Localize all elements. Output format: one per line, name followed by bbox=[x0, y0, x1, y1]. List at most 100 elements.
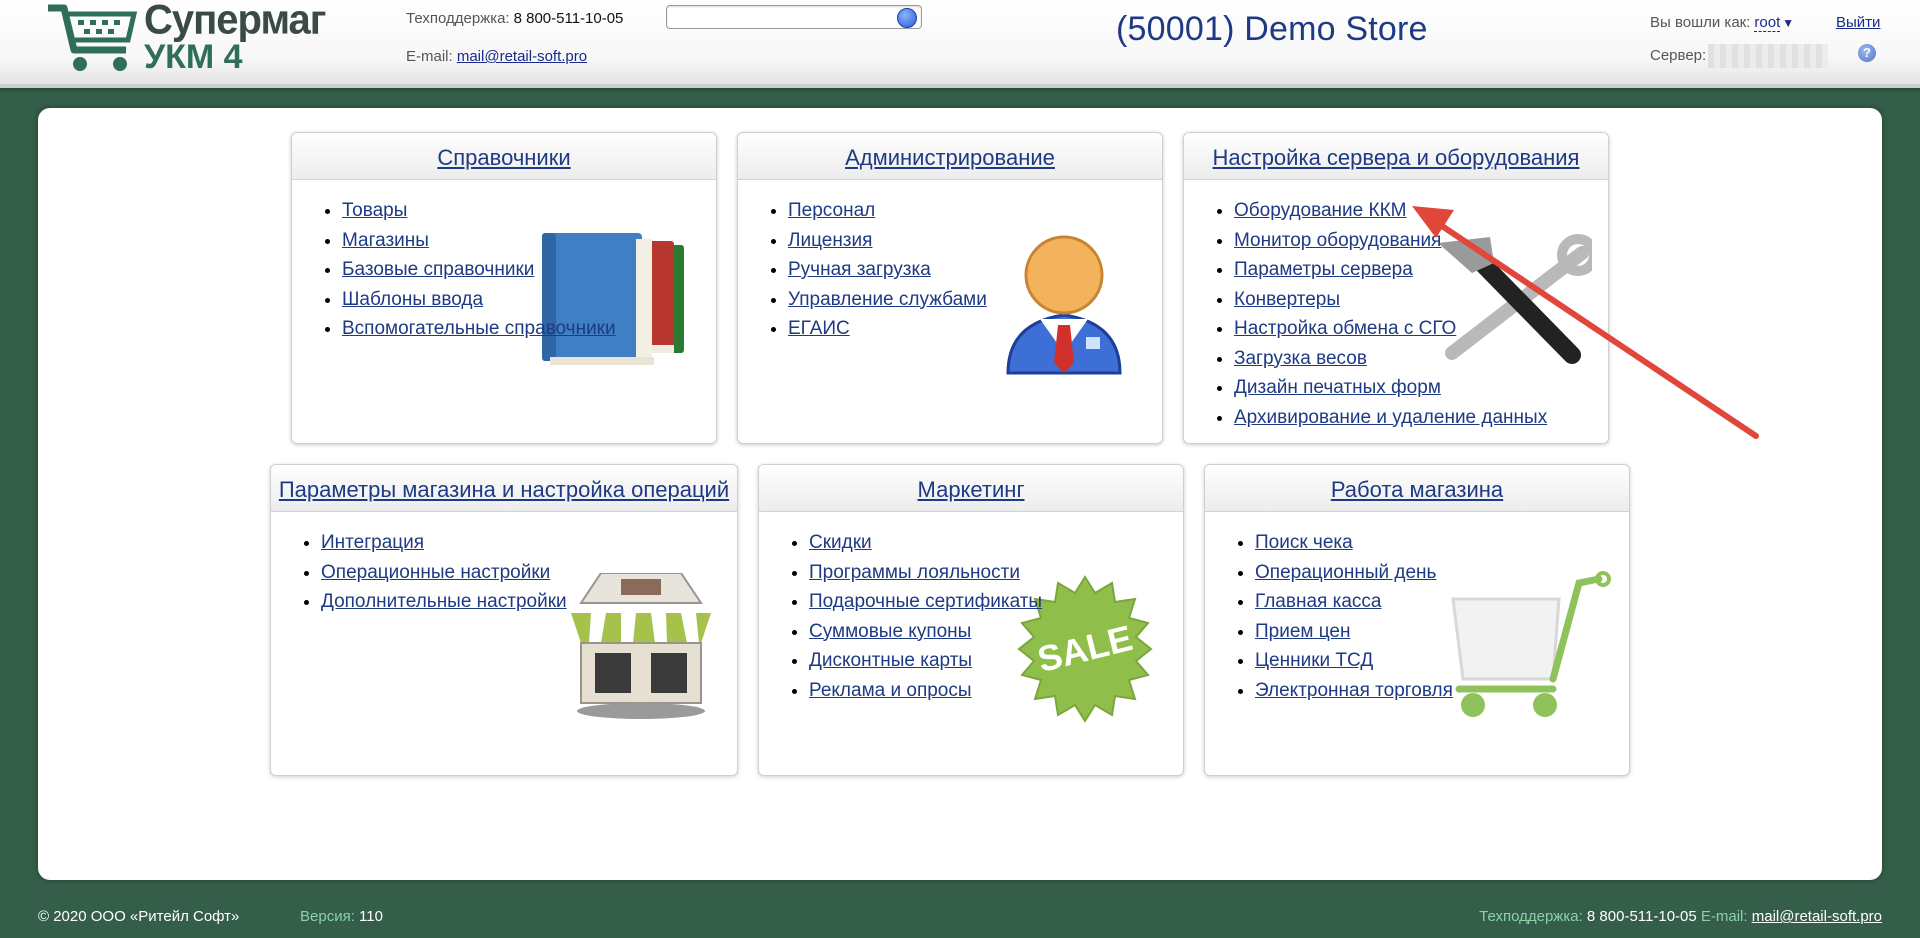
link-main-cash[interactable]: Главная касса bbox=[1255, 591, 1381, 612]
link-manual-load[interactable]: Ручная загрузка bbox=[788, 259, 931, 280]
list-item: Дополнительные настройки bbox=[321, 587, 737, 617]
card-list: Оборудование ККМ Монитор оборудования Па… bbox=[1184, 196, 1608, 432]
card-title-store-work[interactable]: Работа магазина bbox=[1331, 477, 1503, 503]
email-link[interactable]: mail@retail-soft.pro bbox=[457, 48, 587, 65]
list-item: Дисконтные карты bbox=[809, 646, 1183, 676]
list-item: Лицензия bbox=[788, 226, 1162, 256]
logout-link[interactable]: Выйти bbox=[1836, 14, 1880, 31]
link-scales-load[interactable]: Загрузка весов bbox=[1234, 348, 1367, 369]
list-item: ЕГАИС bbox=[788, 314, 1162, 344]
list-item: Ручная загрузка bbox=[788, 255, 1162, 285]
logged-in-info: Вы вошли как: root ▼ bbox=[1650, 14, 1794, 32]
list-item: Подарочные сертификаты bbox=[809, 587, 1183, 617]
brand-logo[interactable]: Супермаг УКМ 4 bbox=[44, 0, 326, 80]
link-operational-day[interactable]: Операционный день bbox=[1255, 562, 1436, 583]
card-title-administration[interactable]: Администрирование bbox=[845, 145, 1055, 171]
link-sgo-exchange[interactable]: Настройка обмена с СГО bbox=[1234, 318, 1456, 339]
list-item: Шаблоны ввода bbox=[342, 285, 716, 315]
link-stores[interactable]: Магазины bbox=[342, 230, 429, 251]
link-price-receive[interactable]: Прием цен bbox=[1255, 621, 1350, 642]
list-item: Реклама и опросы bbox=[809, 676, 1183, 706]
list-item: Прием цен bbox=[1255, 617, 1629, 647]
list-item: Программы лояльности bbox=[809, 558, 1183, 588]
link-operational-settings[interactable]: Операционные настройки bbox=[321, 562, 550, 583]
link-server-params[interactable]: Параметры сервера bbox=[1234, 259, 1413, 280]
link-aux-directories[interactable]: Вспомогательные справочники bbox=[342, 318, 616, 339]
card-list: Скидки Программы лояльности Подарочные с… bbox=[759, 528, 1183, 705]
card-list: Поиск чека Операционный день Главная кас… bbox=[1205, 528, 1629, 705]
list-item: Оборудование ККМ bbox=[1234, 196, 1608, 226]
server-value-redacted bbox=[1708, 44, 1829, 68]
chevron-down-icon[interactable]: ▼ bbox=[1782, 16, 1794, 30]
support-label: Техподдержка: bbox=[406, 10, 510, 27]
server-label: Сервер: bbox=[1650, 46, 1707, 64]
help-icon[interactable]: ? bbox=[1858, 44, 1876, 62]
card-title-store-params[interactable]: Параметры магазина и настройка операций bbox=[279, 477, 729, 503]
list-item: Главная касса bbox=[1255, 587, 1629, 617]
list-item: Базовые справочники bbox=[342, 255, 716, 285]
search-icon[interactable] bbox=[897, 8, 917, 28]
link-equipment-monitor[interactable]: Монитор оборудования bbox=[1234, 230, 1441, 251]
footer-email-link[interactable]: mail@retail-soft.pro bbox=[1752, 908, 1882, 925]
card-header: Администрирование bbox=[738, 133, 1162, 180]
link-discount-cards[interactable]: Дисконтные карты bbox=[809, 650, 972, 671]
list-item: Электронная торговля bbox=[1255, 676, 1629, 706]
link-integration[interactable]: Интеграция bbox=[321, 532, 424, 553]
link-ads-surveys[interactable]: Реклама и опросы bbox=[809, 680, 972, 701]
link-converters[interactable]: Конвертеры bbox=[1234, 289, 1340, 310]
card-title-server-settings[interactable]: Настройка сервера и оборудования bbox=[1213, 145, 1580, 171]
link-archiving[interactable]: Архивирование и удаление данных bbox=[1234, 407, 1547, 428]
cart-logo-icon bbox=[48, 4, 138, 71]
footer-support: Техподдержка: 8 800-511-10-05 E-mail: ma… bbox=[1479, 908, 1882, 925]
card-title-marketing[interactable]: Маркетинг bbox=[918, 477, 1025, 503]
list-item: Товары bbox=[342, 196, 716, 226]
card-title-directories[interactable]: Справочники bbox=[437, 145, 570, 171]
link-gift-certificates[interactable]: Подарочные сертификаты bbox=[809, 591, 1042, 612]
brand-product: УКМ 4 bbox=[144, 38, 243, 76]
card-header: Работа магазина bbox=[1205, 465, 1629, 512]
list-item: Конвертеры bbox=[1234, 285, 1608, 315]
list-item: Монитор оборудования bbox=[1234, 226, 1608, 256]
link-additional-settings[interactable]: Дополнительные настройки bbox=[321, 591, 567, 612]
card-directories: Справочники Товары Магазины Базовые спра… bbox=[291, 132, 717, 444]
email-label: E-mail: bbox=[406, 48, 453, 65]
link-license[interactable]: Лицензия bbox=[788, 230, 872, 251]
list-item: Персонал bbox=[788, 196, 1162, 226]
store-title: (50001) Demo Store bbox=[1116, 10, 1428, 48]
list-item: Вспомогательные справочники bbox=[342, 314, 716, 344]
link-print-forms[interactable]: Дизайн печатных форм bbox=[1234, 377, 1441, 398]
card-marketing: Маркетинг SALE Скидки Программы лояльнос… bbox=[758, 464, 1184, 776]
link-ecommerce[interactable]: Электронная торговля bbox=[1255, 680, 1453, 701]
link-kkm-equipment[interactable]: Оборудование ККМ bbox=[1234, 200, 1406, 221]
search-box bbox=[666, 5, 922, 29]
list-item: Операционный день bbox=[1255, 558, 1629, 588]
card-store-params: Параметры магазина и настройка операций … bbox=[270, 464, 738, 776]
search-input[interactable] bbox=[671, 6, 895, 28]
link-egais[interactable]: ЕГАИС bbox=[788, 318, 850, 339]
link-loyalty[interactable]: Программы лояльности bbox=[809, 562, 1020, 583]
list-item: Интеграция bbox=[321, 528, 737, 558]
list-item: Скидки bbox=[809, 528, 1183, 558]
link-input-templates[interactable]: Шаблоны ввода bbox=[342, 289, 483, 310]
link-receipt-search[interactable]: Поиск чека bbox=[1255, 532, 1353, 553]
link-discounts[interactable]: Скидки bbox=[809, 532, 872, 553]
top-header: Супермаг УКМ 4 Техподдержка: 8 800-511-10… bbox=[0, 0, 1920, 88]
user-menu[interactable]: root bbox=[1754, 14, 1781, 32]
list-item: Суммовые купоны bbox=[809, 617, 1183, 647]
list-item: Поиск чека bbox=[1255, 528, 1629, 558]
card-header: Маркетинг bbox=[759, 465, 1183, 512]
link-tsd-labels[interactable]: Ценники ТСД bbox=[1255, 650, 1373, 671]
card-store-work: Работа магазина Поиск чека Операционный … bbox=[1204, 464, 1630, 776]
link-services[interactable]: Управление службами bbox=[788, 289, 987, 310]
logged-label: Вы вошли как: bbox=[1650, 14, 1751, 31]
card-list: Персонал Лицензия Ручная загрузка Управл… bbox=[738, 196, 1162, 344]
list-item: Загрузка весов bbox=[1234, 344, 1608, 374]
version-value: 110 bbox=[359, 908, 383, 925]
link-staff[interactable]: Персонал bbox=[788, 200, 875, 221]
main-panel: Справочники Товары Магазины Базовые спра… bbox=[38, 108, 1882, 880]
card-header: Параметры магазина и настройка операций bbox=[271, 465, 737, 512]
link-base-directories[interactable]: Базовые справочники bbox=[342, 259, 534, 280]
link-amount-coupons[interactable]: Суммовые купоны bbox=[809, 621, 971, 642]
link-goods[interactable]: Товары bbox=[342, 200, 407, 221]
card-list: Товары Магазины Базовые справочники Шабл… bbox=[292, 196, 716, 344]
